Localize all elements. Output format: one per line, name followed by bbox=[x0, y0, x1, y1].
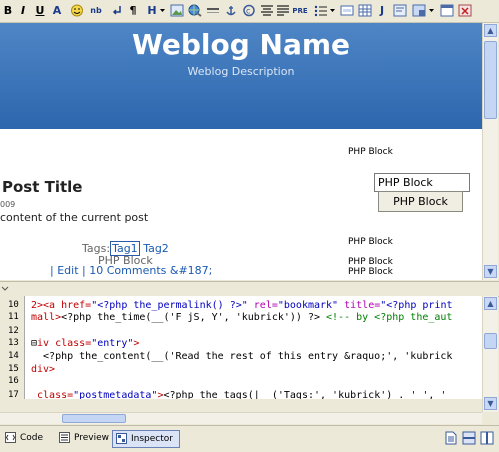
meta-separator: | bbox=[50, 264, 54, 277]
line-number: 11 bbox=[8, 312, 19, 322]
view-tabs-bar: Code Preview Inspector bbox=[0, 425, 499, 452]
line-break-icon[interactable] bbox=[110, 4, 124, 17]
php-block-button[interactable]: PHP Block bbox=[378, 191, 463, 212]
align-justify-icon[interactable] bbox=[276, 4, 290, 17]
chevron-down-icon[interactable] bbox=[329, 4, 336, 17]
table-icon[interactable] bbox=[358, 4, 372, 17]
edit-link[interactable]: Edit bbox=[57, 264, 78, 277]
javascript-button[interactable]: J bbox=[376, 3, 388, 19]
line-number: 12 bbox=[8, 326, 19, 336]
blog-header-banner: Weblog Name Weblog Description bbox=[0, 23, 482, 129]
paragraph-button[interactable]: ¶ bbox=[128, 3, 138, 19]
split-horizontal-icon[interactable] bbox=[462, 431, 476, 445]
close-tag-icon[interactable] bbox=[458, 4, 472, 17]
design-vertical-scrollbar[interactable]: ▲ ▼ bbox=[482, 23, 498, 280]
grip-icon bbox=[1, 286, 9, 291]
code-icon bbox=[5, 432, 16, 443]
post-metadata: | Edit | 10 Comments &#187; bbox=[50, 264, 212, 277]
line-number: 10 bbox=[8, 300, 19, 310]
anchor-icon[interactable] bbox=[224, 4, 238, 17]
code-line[interactable]: mall><?php the_time(__('F jS, Y', 'kubri… bbox=[31, 312, 452, 323]
chevron-down-icon[interactable] bbox=[428, 4, 435, 17]
scroll-up-icon[interactable]: ▲ bbox=[484, 297, 497, 310]
emoticon-icon[interactable] bbox=[70, 4, 84, 17]
scroll-down-icon[interactable]: ▼ bbox=[484, 265, 497, 278]
line-number: 15 bbox=[8, 364, 19, 374]
window-icon[interactable] bbox=[440, 4, 454, 17]
php-block-sidebar[interactable]: PHP Block bbox=[348, 267, 393, 277]
editor-toolbar: B I U A nb ¶ H c PRE J bbox=[0, 0, 499, 23]
css-icon[interactable] bbox=[393, 4, 407, 17]
align-center-icon[interactable] bbox=[260, 4, 274, 17]
preview-icon bbox=[59, 432, 70, 443]
meta-separator: | bbox=[82, 264, 86, 277]
php-block-sidebar[interactable]: PHP Block bbox=[348, 147, 393, 157]
horizontal-rule-icon[interactable] bbox=[206, 4, 220, 17]
line-number: 14 bbox=[8, 351, 19, 361]
preformatted-button[interactable]: PRE bbox=[292, 3, 308, 19]
underline-button[interactable]: U bbox=[35, 3, 45, 19]
tab-label: Code bbox=[20, 433, 44, 443]
line-number: 16 bbox=[8, 376, 19, 386]
line-number: 17 bbox=[8, 390, 19, 399]
code-line[interactable]: class="postmetadata"><?php the_tags(|__(… bbox=[31, 390, 446, 399]
scroll-thumb[interactable] bbox=[62, 414, 126, 423]
design-view[interactable]: Weblog Name Weblog Description PHP Block… bbox=[0, 23, 482, 280]
php-block-input[interactable] bbox=[374, 173, 470, 192]
scroll-thumb[interactable] bbox=[484, 41, 497, 119]
scroll-thumb[interactable] bbox=[484, 333, 497, 349]
code-vertical-scrollbar[interactable]: ▲ ▼ bbox=[482, 296, 498, 412]
scroll-up-icon[interactable]: ▲ bbox=[484, 24, 497, 37]
inspector-icon bbox=[116, 433, 127, 444]
font-button[interactable]: A bbox=[51, 3, 63, 19]
code-line[interactable]: div> bbox=[31, 364, 55, 375]
form-icon[interactable] bbox=[340, 4, 354, 17]
blog-description: Weblog Description bbox=[187, 65, 295, 78]
chevron-down-icon[interactable] bbox=[159, 4, 166, 17]
split-divider[interactable] bbox=[0, 281, 499, 297]
nonbreaking-space-button[interactable]: nb bbox=[88, 3, 104, 19]
post-content[interactable]: content of the current post bbox=[0, 211, 148, 224]
document-icon[interactable] bbox=[444, 431, 458, 445]
insert-block-icon[interactable] bbox=[412, 4, 426, 17]
code-horizontal-scrollbar[interactable] bbox=[0, 412, 482, 424]
line-number: 13 bbox=[8, 338, 19, 348]
svg-text:c: c bbox=[246, 7, 250, 16]
code-line[interactable]: <?php the_content(__('Read the rest of t… bbox=[31, 351, 452, 362]
tab-code[interactable]: Code bbox=[2, 430, 54, 446]
split-vertical-icon[interactable] bbox=[480, 431, 494, 445]
post-title[interactable]: Post Title bbox=[2, 178, 82, 196]
code-line[interactable]: ⊟iv class="entry"> bbox=[31, 338, 139, 349]
tab-label: Preview bbox=[74, 433, 110, 443]
post-date: 009 bbox=[0, 200, 16, 209]
globe-link-icon[interactable] bbox=[188, 4, 202, 17]
blog-name: Weblog Name bbox=[131, 28, 351, 61]
bold-button[interactable]: B bbox=[3, 3, 13, 19]
code-view[interactable]: 10 11 12 13 14 15 16 17 2><a href="<?php… bbox=[0, 296, 482, 399]
special-char-icon[interactable]: c bbox=[242, 4, 256, 17]
italic-button[interactable]: I bbox=[18, 3, 28, 19]
bullet-list-icon[interactable] bbox=[314, 4, 328, 17]
php-block-sidebar[interactable]: PHP Block bbox=[348, 257, 393, 267]
scroll-down-icon[interactable]: ▼ bbox=[484, 397, 497, 410]
line-number-gutter: 10 11 12 13 14 15 16 17 bbox=[0, 296, 25, 399]
tab-inspector[interactable]: Inspector bbox=[112, 430, 180, 448]
code-line[interactable]: 2><a href="<?php the_permalink() ?>" rel… bbox=[31, 300, 453, 311]
tab-label: Inspector bbox=[131, 434, 173, 444]
heading-button[interactable]: H bbox=[146, 3, 158, 19]
php-block-sidebar[interactable]: PHP Block bbox=[348, 237, 393, 247]
comments-link[interactable]: 10 Comments &#187; bbox=[89, 264, 212, 277]
image-icon[interactable] bbox=[170, 4, 184, 17]
